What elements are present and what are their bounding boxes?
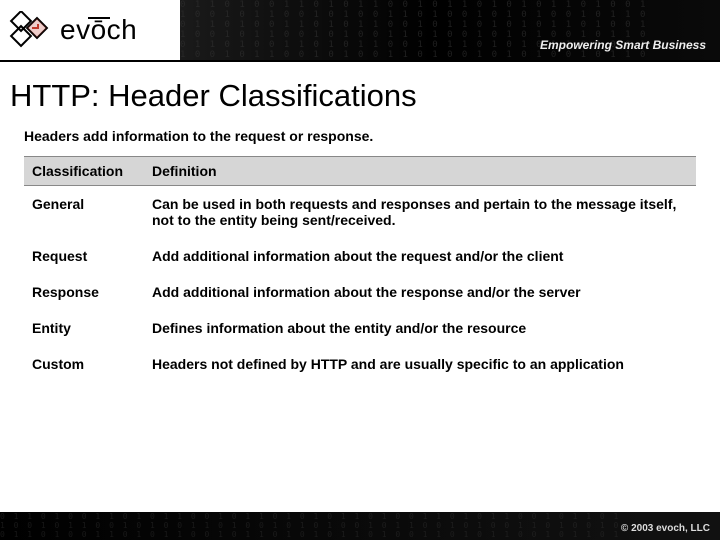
cell-classification: Custom	[24, 346, 144, 382]
cell-definition: Add additional information about the res…	[144, 274, 696, 310]
cell-classification: General	[24, 186, 144, 239]
logo-icon	[8, 11, 54, 49]
classification-table: Classification Definition General Can be…	[24, 156, 696, 382]
background-binary-pattern: 0 1 1 0 1 0 0 1 1 0 1 0 1 1 0 0 1 0 1 1 …	[0, 512, 720, 540]
table-row: Request Add additional information about…	[24, 238, 696, 274]
top-banner: 0 1 1 0 1 0 0 1 1 0 1 0 1 1 0 0 1 0 1 1 …	[0, 0, 720, 60]
bottom-banner: 0 1 1 0 1 0 0 1 1 0 1 0 1 1 0 0 1 0 1 1 …	[0, 512, 720, 540]
table-row: General Can be used in both requests and…	[24, 186, 696, 239]
brand-name: evōch	[60, 14, 137, 46]
cell-definition: Add additional information about the req…	[144, 238, 696, 274]
table-header-definition: Definition	[144, 157, 696, 186]
cell-definition: Headers not defined by HTTP and are usua…	[144, 346, 696, 382]
table-row: Response Add additional information abou…	[24, 274, 696, 310]
table-row: Custom Headers not defined by HTTP and a…	[24, 346, 696, 382]
cell-definition: Can be used in both requests and respons…	[144, 186, 696, 239]
table-row: Entity Defines information about the ent…	[24, 310, 696, 346]
page-title: HTTP: Header Classifications	[0, 62, 720, 120]
cell-classification: Entity	[24, 310, 144, 346]
copyright-text: © 2003 evoch, LLC	[621, 523, 710, 534]
cell-definition: Defines information about the entity and…	[144, 310, 696, 346]
page-subtitle: Headers add information to the request o…	[0, 120, 720, 156]
cell-classification: Response	[24, 274, 144, 310]
cell-classification: Request	[24, 238, 144, 274]
table-header-classification: Classification	[24, 157, 144, 186]
brand-tagline: Empowering Smart Business	[540, 38, 706, 52]
logo: evōch	[0, 11, 137, 49]
